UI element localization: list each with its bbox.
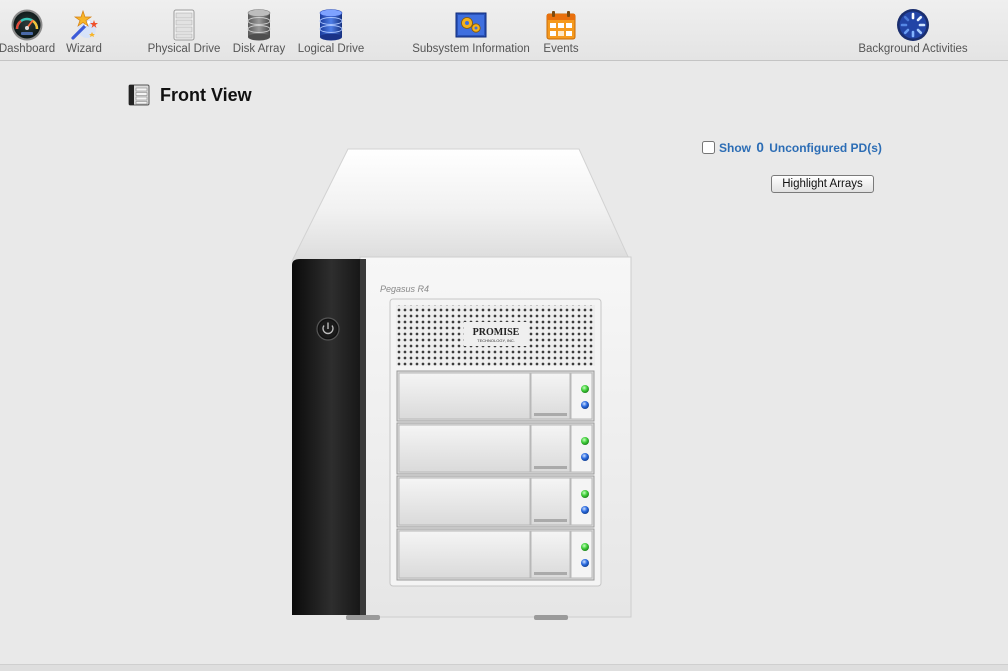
brand-sub-label: TECHNOLOGY, INC. xyxy=(477,338,515,343)
show-unconfigured-checkbox[interactable] xyxy=(702,141,715,154)
main-toolbar: Dashboard Wizard Physical Drive Disk Arr… xyxy=(0,0,1008,61)
enclosure-icon xyxy=(128,84,150,106)
drive-bay-1[interactable] xyxy=(396,370,595,422)
toolbar-dashboard-label: Dashboard xyxy=(0,43,56,55)
bay-2-activity-led xyxy=(581,453,589,461)
drive-bay-3[interactable] xyxy=(396,475,595,528)
toolbar-background-activities-label: Background Activities xyxy=(858,43,968,55)
bay-3-activity-led xyxy=(581,506,589,514)
toolbar-physical-drive-button[interactable]: Physical Drive xyxy=(144,8,224,58)
show-prefix-text: Show xyxy=(719,141,751,155)
toolbar-disk-array-button[interactable]: Disk Array xyxy=(228,8,290,58)
toolbar-wizard-button[interactable]: Wizard xyxy=(60,8,108,58)
toolbar-background-activities-button[interactable]: Background Activities xyxy=(852,8,974,58)
highlight-arrays-button[interactable]: Highlight Arrays xyxy=(771,175,874,193)
bay-4-activity-led xyxy=(581,559,589,567)
status-bar xyxy=(0,664,1008,671)
drive-bay-2[interactable] xyxy=(396,422,595,475)
toolbar-events-label: Events xyxy=(543,43,579,55)
page-title: Front View xyxy=(160,85,252,105)
pegasus-r4-enclosure: PROMISE TECHNOLOGY, INC. Pegasus R4 xyxy=(291,148,632,620)
toolbar-physical-drive-label: Physical Drive xyxy=(147,43,221,55)
unconfigured-count: 0 xyxy=(756,140,764,155)
dashboard-gauge-icon xyxy=(11,9,43,41)
toolbar-wizard-label: Wizard xyxy=(66,43,102,55)
logical-drive-icon xyxy=(319,9,343,41)
bay-3-status-led xyxy=(581,490,589,498)
disk-array-icon xyxy=(247,9,271,41)
show-unconfigured-label[interactable]: Show 0 Unconfigured PD(s) xyxy=(719,140,882,156)
toolbar-logical-drive-label: Logical Drive xyxy=(297,43,365,55)
subsystem-info-icon xyxy=(455,12,487,38)
drive-bay-4[interactable] xyxy=(396,528,595,581)
physical-drive-icon xyxy=(173,9,195,41)
toolbar-logical-drive-button[interactable]: Logical Drive xyxy=(294,8,368,58)
brand-label: PROMISE xyxy=(473,327,520,338)
bay-1-activity-led xyxy=(581,401,589,409)
toolbar-disk-array-label: Disk Array xyxy=(232,43,286,55)
app-window: Dashboard Wizard Physical Drive Disk Arr… xyxy=(0,0,1008,671)
toolbar-dashboard-button[interactable]: Dashboard xyxy=(0,8,62,58)
wizard-wand-icon xyxy=(71,9,98,40)
toolbar-subsystem-information-button[interactable]: Subsystem Information xyxy=(408,8,534,58)
toolbar-subsystem-information-label: Subsystem Information xyxy=(412,43,530,55)
events-calendar-icon xyxy=(546,11,576,40)
model-label: Pegasus R4 xyxy=(380,284,429,294)
background-activities-spinner-icon xyxy=(897,9,929,41)
bay-1-status-led xyxy=(581,385,589,393)
bay-2-status-led xyxy=(581,437,589,445)
bay-4-status-led xyxy=(581,543,589,551)
toolbar-events-button[interactable]: Events xyxy=(540,8,582,58)
show-suffix-text: Unconfigured PD(s) xyxy=(769,141,882,155)
